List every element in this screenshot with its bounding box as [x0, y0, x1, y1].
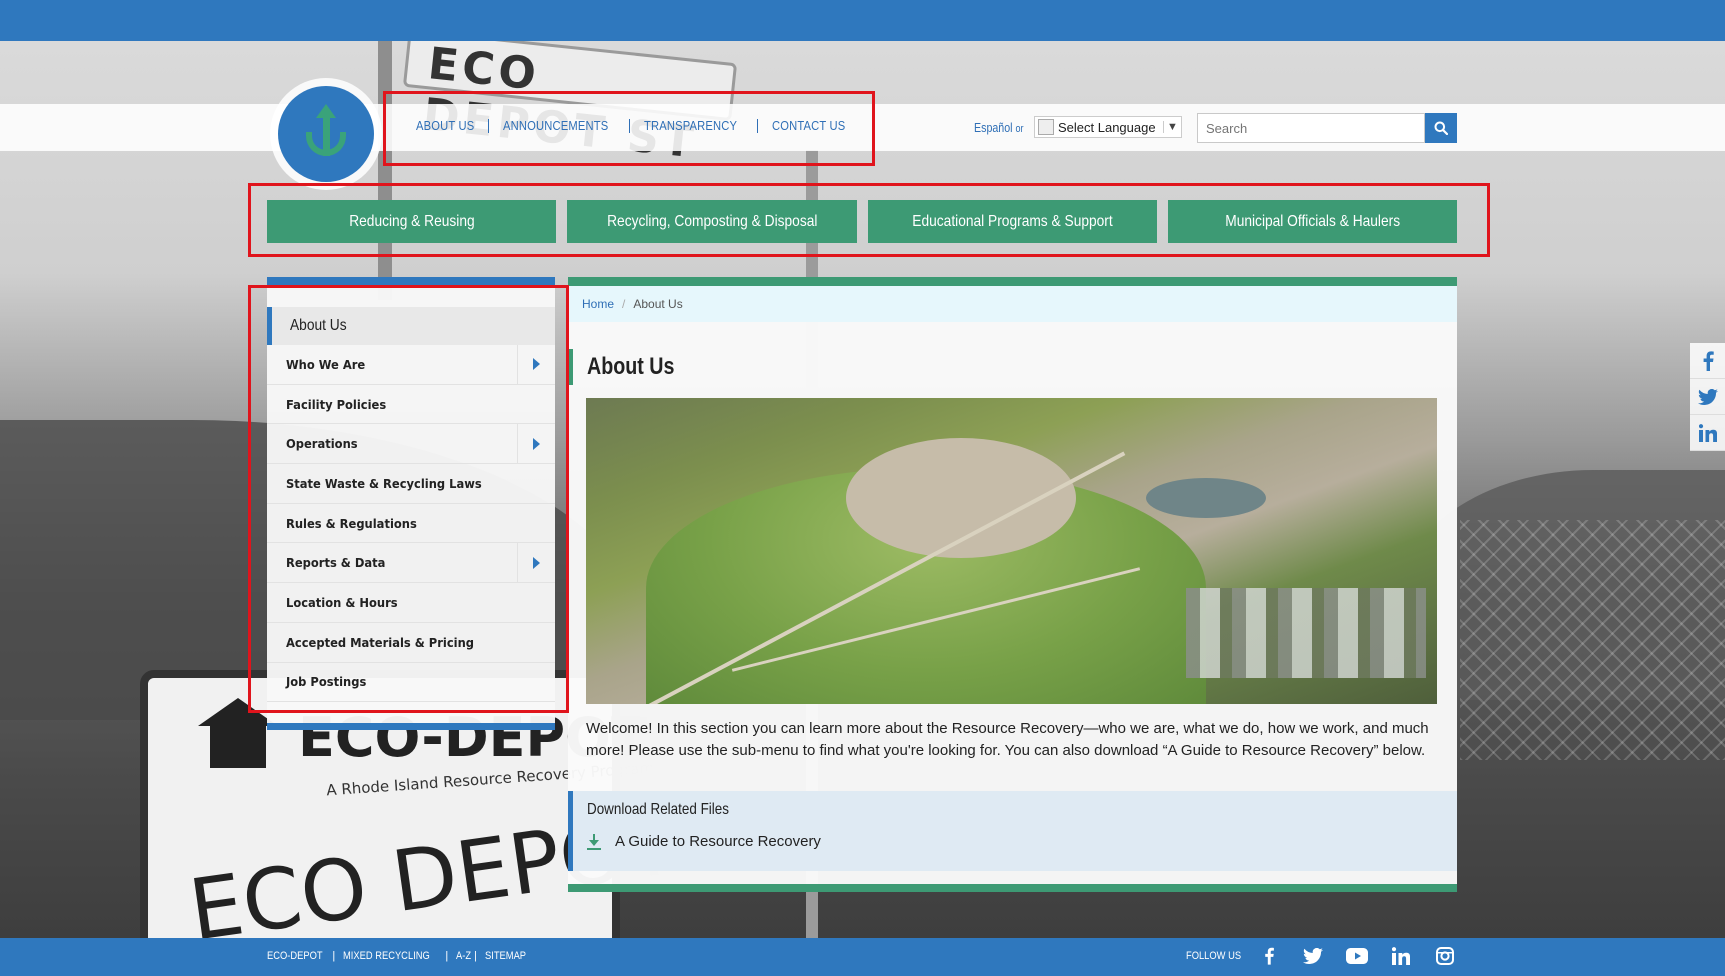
main-nav-recycling-composting-disposal[interactable]: Recycling, Composting & Disposal: [567, 200, 857, 243]
youtube-icon[interactable]: [1346, 945, 1368, 967]
utility-nav-separator: [756, 118, 758, 133]
breadcrumb-current: About Us: [633, 297, 683, 311]
linkedin-icon[interactable]: [1690, 415, 1725, 451]
sidebar-item-label: Location & Hours: [286, 594, 398, 610]
twitter-icon[interactable]: [1690, 379, 1725, 415]
sidebar-item-operations[interactable]: Operations: [267, 424, 555, 465]
expand-arrow-icon[interactable]: [517, 543, 555, 583]
breadcrumb-home[interactable]: Home: [582, 297, 614, 311]
utility-nav: ABOUT US ANNOUNCEMENTS TRANSPARENCY CONT…: [416, 118, 857, 133]
house-icon: [198, 698, 278, 768]
sidebar-menu: About Us Who We Are Facility Policies Op…: [267, 277, 555, 730]
search-field[interactable]: [1197, 113, 1425, 143]
footer: ECO-DEPOT | MIXED RECYCLING | A-Z | SITE…: [0, 938, 1725, 976]
welcome-text: Welcome! In this section you can learn m…: [586, 720, 1429, 759]
sidebar-item-label: Facility Policies: [286, 396, 387, 412]
search-icon: [1434, 121, 1448, 135]
breadcrumb: Home / About Us: [568, 286, 1457, 322]
utility-nav-separator: [629, 118, 631, 133]
page-title: About Us: [568, 349, 694, 385]
sidebar-item-label: Who We Are: [286, 356, 366, 372]
anchor-icon: [306, 104, 346, 160]
instagram-icon[interactable]: [1434, 945, 1456, 967]
sidebar-heading[interactable]: About Us: [267, 307, 555, 345]
footer-link-eco-depot[interactable]: ECO-DEPOT: [267, 950, 323, 962]
expand-arrow-icon[interactable]: [517, 345, 555, 384]
utility-nav-about-us[interactable]: ABOUT US: [416, 118, 474, 133]
facebook-icon[interactable]: [1258, 945, 1280, 967]
download-icon: [587, 833, 601, 850]
main-content: Home / About Us About Us Welcome! In thi…: [568, 277, 1457, 892]
footer-links: ECO-DEPOT | MIXED RECYCLING | A-Z | SITE…: [267, 950, 533, 962]
expand-arrow-icon[interactable]: [517, 424, 555, 464]
main-nav-reducing-reusing[interactable]: Reducing & Reusing: [267, 200, 557, 243]
sidebar-item-job-postings[interactable]: Job Postings: [267, 663, 555, 703]
footer-link-sitemap[interactable]: SITEMAP: [485, 950, 526, 962]
top-bar: [0, 0, 1725, 41]
sidebar-item-who-we-are[interactable]: Who We Are: [267, 345, 555, 385]
side-social-bar: [1690, 343, 1725, 451]
footer-social-icons: [1258, 945, 1456, 967]
main-nav-municipal-officials-haulers[interactable]: Municipal Officials & Haulers: [1167, 200, 1457, 243]
footer-separator: |: [332, 950, 336, 962]
utility-nav-separator: [487, 118, 489, 133]
footer-link-a-z[interactable]: A-Z: [456, 950, 471, 962]
sidebar-item-facility-policies[interactable]: Facility Policies: [267, 385, 555, 425]
download-item-label: A Guide to Resource Recovery: [615, 833, 821, 850]
sidebar-item-location-hours[interactable]: Location & Hours: [267, 583, 555, 623]
utility-nav-transparency[interactable]: TRANSPARENCY: [644, 118, 737, 133]
search-input[interactable]: [1198, 114, 1424, 142]
downloads-title-text: Download Related Files: [587, 801, 729, 818]
google-translate-icon: [1038, 119, 1054, 135]
main-nav-label: Recycling, Composting & Disposal: [606, 212, 818, 230]
footer-separator: |: [473, 950, 477, 962]
sidebar-item-reports-data[interactable]: Reports & Data: [267, 543, 555, 584]
main-nav-label: Municipal Officials & Haulers: [1224, 212, 1400, 230]
language-select[interactable]: Select Language ▼: [1034, 116, 1182, 138]
sign-pole: [378, 40, 392, 300]
site-logo[interactable]: [270, 78, 382, 190]
twitter-icon[interactable]: [1302, 945, 1324, 967]
page-title-text: About Us: [587, 353, 675, 380]
espanol-label: Español: [974, 120, 1013, 135]
downloads-title: Download Related Files: [587, 801, 756, 819]
sidebar-item-label: Job Postings: [286, 674, 367, 690]
sidebar-heading-label: About Us: [290, 317, 347, 334]
utility-nav-contact-us[interactable]: CONTACT US: [772, 118, 845, 133]
download-related-files: Download Related Files A Guide to Resour…: [568, 791, 1457, 871]
facebook-icon[interactable]: [1690, 343, 1725, 379]
breadcrumb-separator: /: [622, 297, 626, 311]
main-nav: Reducing & Reusing Recycling, Composting…: [267, 200, 1457, 243]
main-nav-label: Reducing & Reusing: [348, 212, 475, 230]
sidebar-item-label: Accepted Materials & Pricing: [286, 634, 475, 650]
chevron-down-icon: ▼: [1163, 121, 1181, 133]
utility-nav-announcements[interactable]: ANNOUNCEMENTS: [503, 118, 608, 133]
main-nav-label: Educational Programs & Support: [911, 212, 1113, 230]
logo-ring: [278, 86, 374, 182]
background-fence: [1460, 520, 1725, 760]
or-label: or: [1015, 123, 1024, 135]
footer-separator: |: [445, 950, 449, 962]
linkedin-icon[interactable]: [1390, 945, 1412, 967]
sidebar-item-label: Operations: [286, 436, 358, 452]
sidebar-item-state-waste-recycling-laws[interactable]: State Waste & Recycling Laws: [267, 464, 555, 504]
sidebar-item-rules-regulations[interactable]: Rules & Regulations: [267, 504, 555, 544]
sidebar-item-label: Reports & Data: [286, 555, 386, 571]
aerial-landfill-image: [586, 398, 1437, 704]
espanol-link[interactable]: Español or: [974, 120, 1024, 135]
download-guide-link[interactable]: A Guide to Resource Recovery: [587, 833, 821, 850]
footer-link-mixed-recycling[interactable]: MIXED RECYCLING: [343, 950, 430, 962]
follow-us-label: FOLLOW US: [1186, 950, 1242, 962]
sidebar-item-accepted-materials-pricing[interactable]: Accepted Materials & Pricing: [267, 623, 555, 663]
language-select-label: Select Language: [1058, 119, 1156, 135]
main-nav-educational-programs[interactable]: Educational Programs & Support: [867, 200, 1157, 243]
header-strip: [0, 104, 1725, 151]
sidebar-item-label: State Waste & Recycling Laws: [286, 475, 482, 491]
search-button[interactable]: [1425, 113, 1457, 143]
sidebar-item-label: Rules & Regulations: [286, 515, 417, 531]
